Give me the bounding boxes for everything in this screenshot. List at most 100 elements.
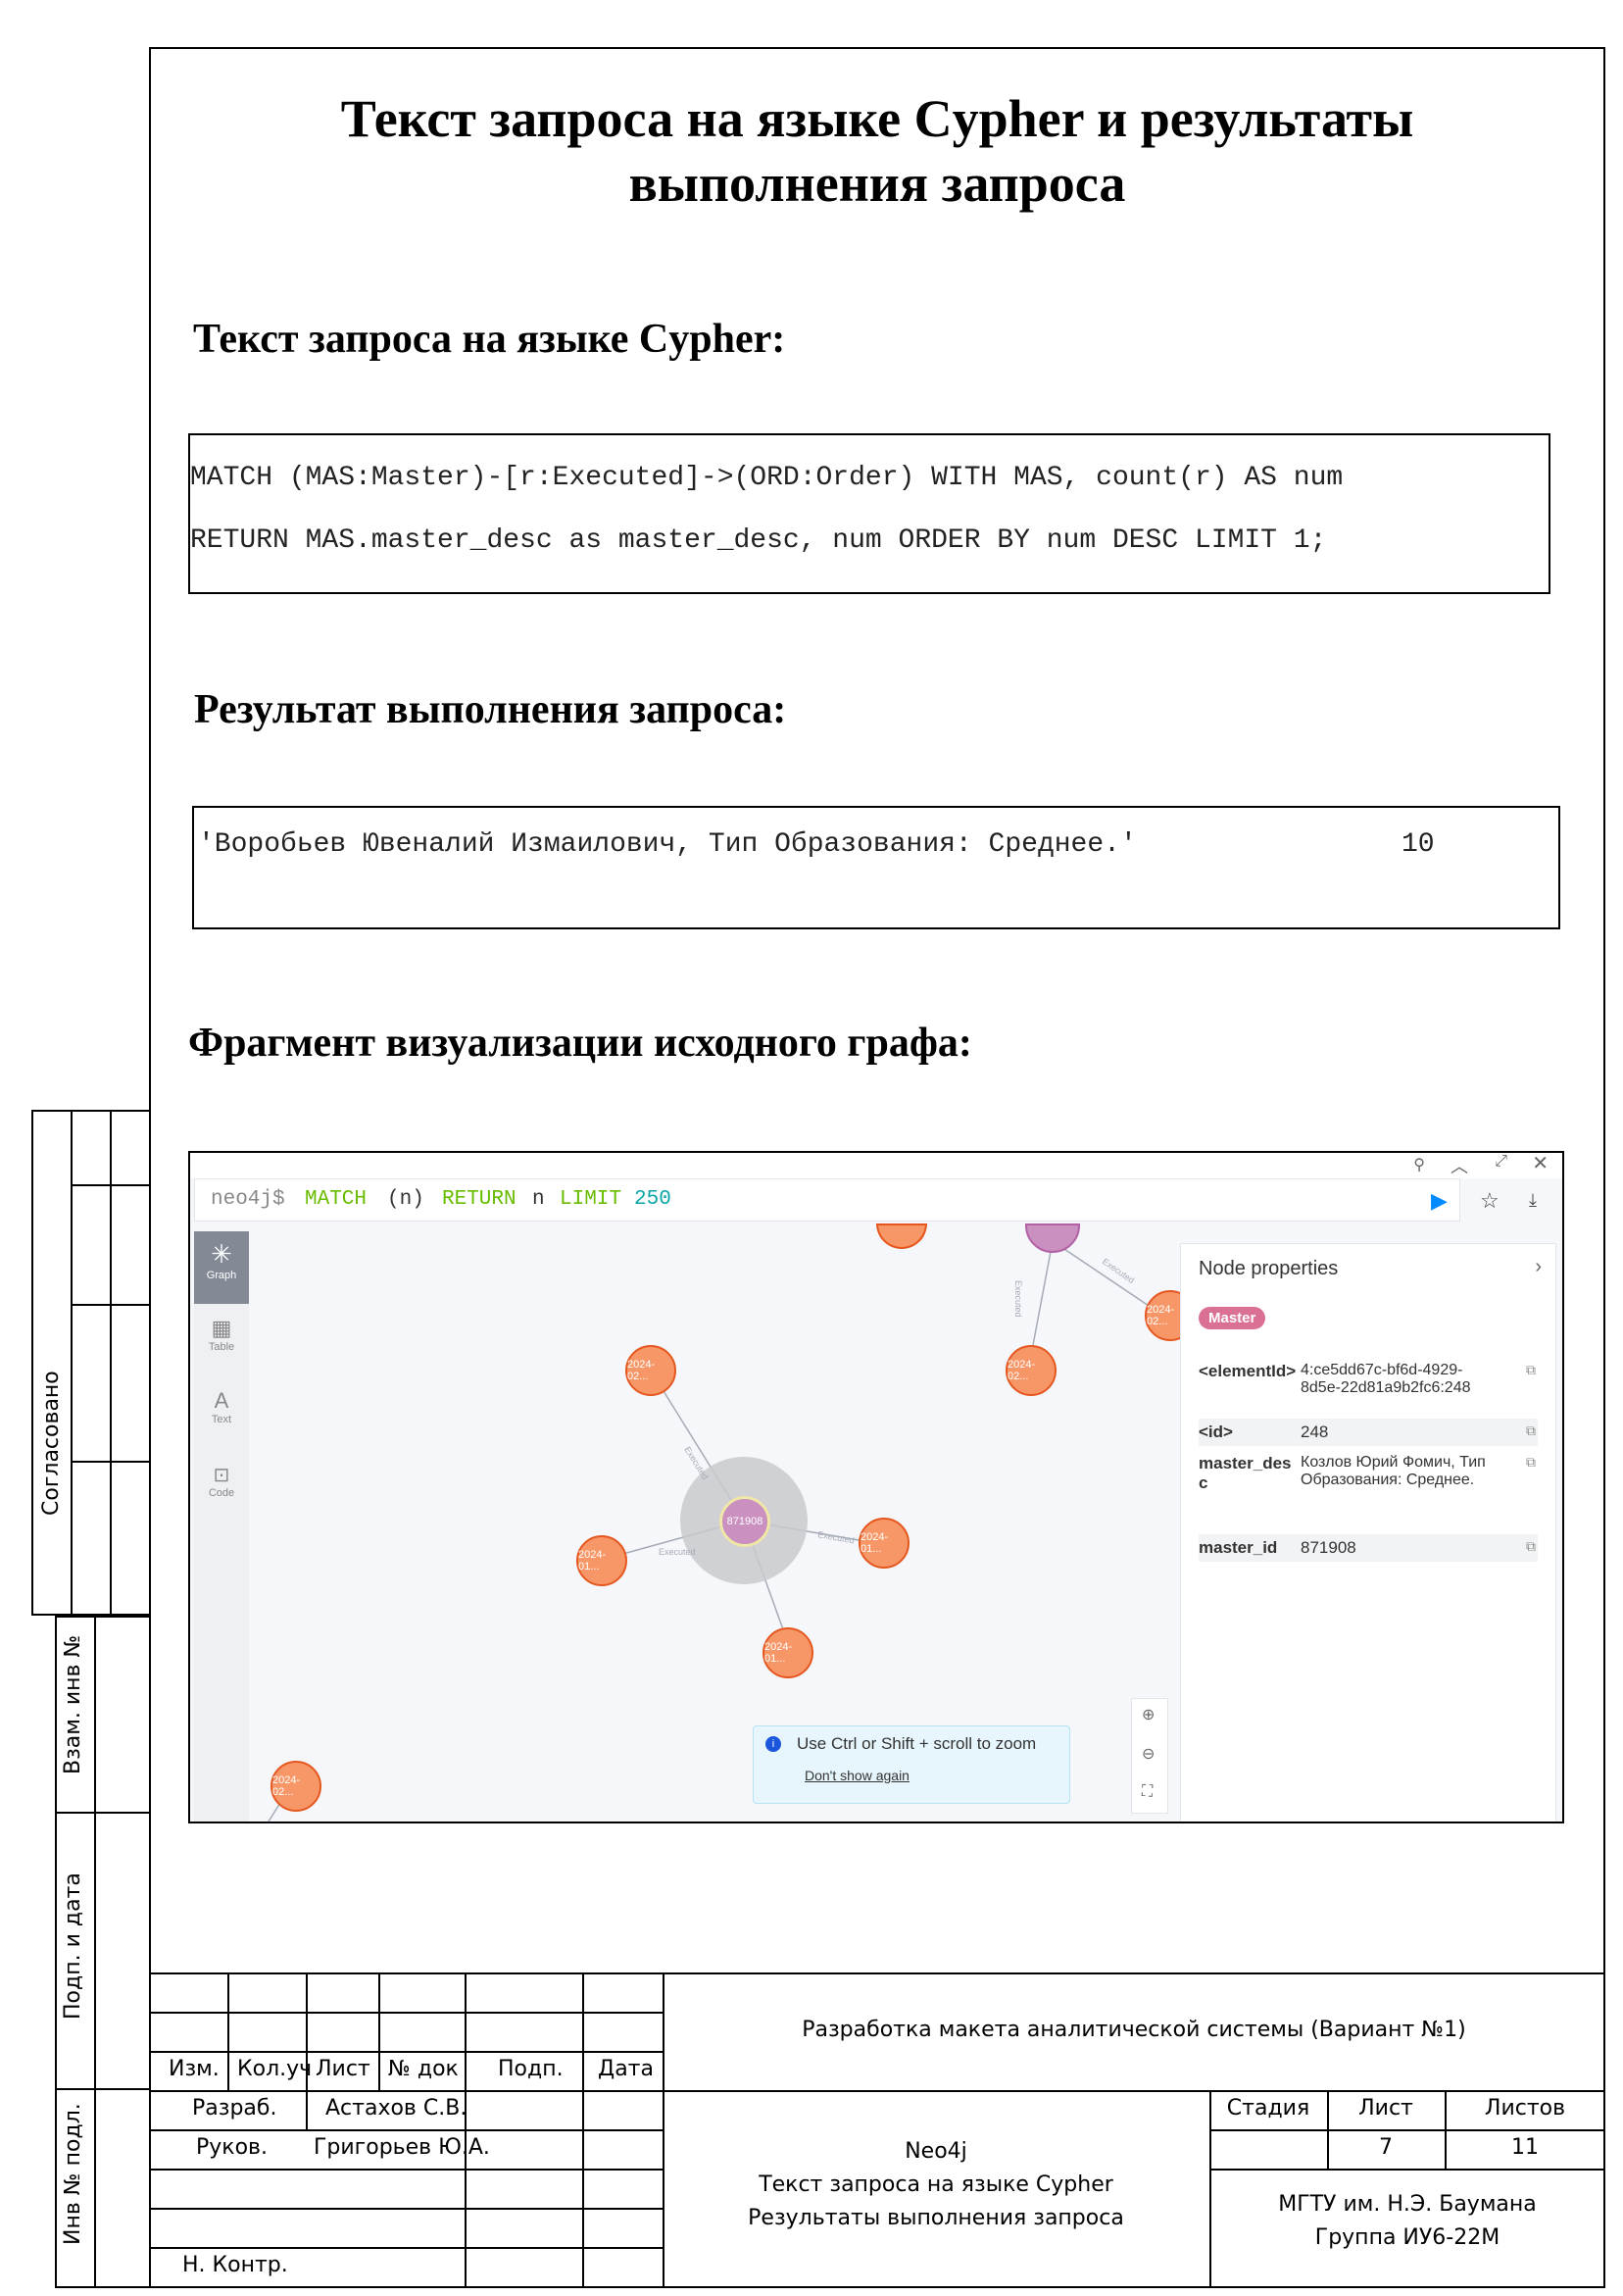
info-icon: i: [765, 1736, 781, 1752]
inv-podl-label: Инв № подл.: [61, 2103, 85, 2245]
lists-label: Листов: [1484, 2096, 1566, 2121]
edge-label: Executed: [659, 1547, 696, 1557]
neo4j-screenshot: ⚲ ︿ ⤢ ✕ neo4j$ MATCH (n) RETURN n LIMIT …: [188, 1151, 1564, 1823]
prop-value: 871908: [1301, 1538, 1356, 1557]
stamp-line: [149, 2051, 663, 2053]
stamp-line: [149, 1972, 1605, 1974]
zoom-hint-toast: i Use Ctrl or Shift + scroll to zoom Don…: [753, 1725, 1070, 1804]
stamp-line: [465, 1972, 467, 2288]
zoom-out-icon[interactable]: ⊖: [1142, 1744, 1155, 1764]
result-box: 'Воробьев Ювеналий Измаилович, Тип Образ…: [192, 806, 1560, 929]
query-line-2: RETURN MAS.master_desc as master_desc, n…: [190, 525, 1327, 556]
org-line-1: МГТУ им. Н.Э. Баумана: [1278, 2192, 1537, 2217]
graph-heading: Фрагмент визуализации исходного графа:: [188, 1021, 972, 1066]
node-properties-panel: Node properties › Master <elementId> 4:c…: [1180, 1243, 1556, 1822]
prop-value: Козлов Юрий Фомич, Тип Образования: Сред…: [1301, 1454, 1486, 1488]
prop-row: master_id 871908 ⧉: [1199, 1534, 1538, 1562]
col-data: Дата: [598, 2057, 654, 2081]
col-podp: Подп.: [498, 2057, 564, 2081]
rukov-label: Руков.: [196, 2135, 268, 2160]
vzam-inv-label: Взам. инв №: [61, 1634, 85, 1774]
margin-divider: [94, 1616, 96, 2288]
margin-divider: [71, 1304, 151, 1306]
stamp-line: [378, 1972, 380, 2090]
razrab-name: Астахов С.В.: [325, 2096, 467, 2121]
query-heading: Текст запроса на языке Cypher:: [193, 317, 786, 362]
panel-title: Node properties: [1199, 1258, 1339, 1279]
zoom-controls: ⊕ ⊖ ⛶: [1131, 1698, 1168, 1814]
stamp-line: [149, 2012, 663, 2014]
result-number: 10: [1402, 829, 1435, 860]
prop-row: <id> 248 ⧉: [1199, 1419, 1538, 1446]
master-node-selected[interactable]: 871908: [719, 1496, 770, 1547]
lists-value: 11: [1511, 2135, 1539, 2160]
nkontr-label: Н. Контр.: [182, 2253, 288, 2277]
page-title: Текст запроса на языке Cypher и результа…: [149, 86, 1605, 216]
list-value: 7: [1379, 2135, 1393, 2160]
edge: [1032, 1240, 1054, 1346]
stamp-line: [306, 1972, 308, 2129]
margin-divider: [71, 1184, 151, 1186]
zoom-in-icon[interactable]: ⊕: [1142, 1705, 1155, 1724]
order-node[interactable]: 2024-02...: [270, 1761, 321, 1812]
sheet-line-3: Результаты выполнения запроса: [748, 2206, 1124, 2230]
edge-label: Executed: [817, 1529, 856, 1545]
stamp-line: [1209, 2169, 1605, 2171]
edge-label: Executed: [1101, 1256, 1136, 1285]
prop-row: master_desc Козлов Юрий Фомич, Тип Образ…: [1199, 1454, 1538, 1528]
result-text: 'Воробьев Ювеналий Измаилович, Тип Образ…: [198, 829, 1137, 860]
prop-value: 248: [1301, 1423, 1329, 1441]
query-code-box: MATCH (MAS:Master)-[r:Executed]->(ORD:Or…: [188, 433, 1550, 594]
podp-data-label: Подп. и дата: [61, 1872, 85, 2020]
margin-divider: [55, 1812, 151, 1814]
query-line-1: MATCH (MAS:Master)-[r:Executed]->(ORD:Or…: [190, 463, 1344, 493]
stamp-line: [149, 2090, 1605, 2092]
order-node[interactable]: 2024-02...: [625, 1345, 676, 1396]
stamp-line: [1209, 2129, 1605, 2131]
copy-icon[interactable]: ⧉: [1526, 1362, 1536, 1378]
margin-divider: [71, 1461, 151, 1463]
stamp-line: [149, 2247, 663, 2249]
razrab-label: Разраб.: [192, 2096, 277, 2121]
col-ndok: № док: [388, 2057, 459, 2081]
prop-key: master_id: [1199, 1538, 1278, 1557]
edge: [1052, 1240, 1161, 1315]
stamp-line: [149, 2129, 663, 2131]
prop-row: <elementId> 4:ce5dd67c-bf6d-4929-8d5e-22…: [1199, 1362, 1538, 1409]
toast-text: Use Ctrl or Shift + scroll to zoom: [797, 1734, 1037, 1753]
prop-key: master_desc: [1199, 1454, 1292, 1492]
copy-icon[interactable]: ⧉: [1526, 1423, 1536, 1439]
order-node[interactable]: 2024-01...: [859, 1518, 910, 1569]
agreed-label: Согласовано: [39, 1371, 64, 1516]
result-heading: Результат выполнения запроса:: [194, 687, 787, 732]
order-node[interactable]: 2024-01...: [762, 1627, 813, 1678]
fit-icon[interactable]: ⛶: [1142, 1783, 1153, 1801]
prop-key: <elementId>: [1199, 1362, 1297, 1380]
margin-divider: [55, 2088, 151, 2090]
stamp-line: [149, 2169, 663, 2171]
order-node[interactable]: 2024-02...: [1006, 1345, 1057, 1396]
stamp-line: [227, 1972, 229, 2090]
col-izm: Изм.: [169, 2057, 220, 2081]
copy-icon[interactable]: ⧉: [1526, 1538, 1536, 1555]
document-title: Разработка макета аналитической системы …: [802, 2018, 1466, 2042]
stamp-line: [149, 2208, 663, 2210]
rukov-name: Григорьев Ю.А.: [314, 2135, 490, 2160]
org-line-2: Группа ИУ6-22М: [1314, 2225, 1500, 2250]
col-list: Лист: [316, 2057, 370, 2081]
title-line-2: выполнения запроса: [628, 154, 1126, 213]
chevron-right-icon[interactable]: ›: [1535, 1256, 1542, 1278]
sheet-line-2: Текст запроса на языке Cypher: [759, 2172, 1113, 2197]
list-label: Лист: [1358, 2096, 1413, 2121]
edge-label: Executed: [682, 1445, 710, 1481]
label-badge[interactable]: Master: [1199, 1307, 1266, 1329]
title-line-1: Текст запроса на языке Cypher и результа…: [340, 89, 1414, 148]
sheet-line-1: Neo4j: [905, 2139, 967, 2164]
prop-value: 4:ce5dd67c-bf6d-4929-8d5e-22d81a9b2fc6:2…: [1301, 1362, 1471, 1396]
stamp-line: [582, 1972, 584, 2288]
stage-label: Стадия: [1226, 2096, 1310, 2121]
order-node[interactable]: 2024-01...: [576, 1535, 627, 1586]
copy-icon[interactable]: ⧉: [1526, 1454, 1536, 1471]
dont-show-again-link[interactable]: Don't show again: [805, 1768, 910, 1783]
col-koluch: Кол.уч: [237, 2057, 313, 2081]
